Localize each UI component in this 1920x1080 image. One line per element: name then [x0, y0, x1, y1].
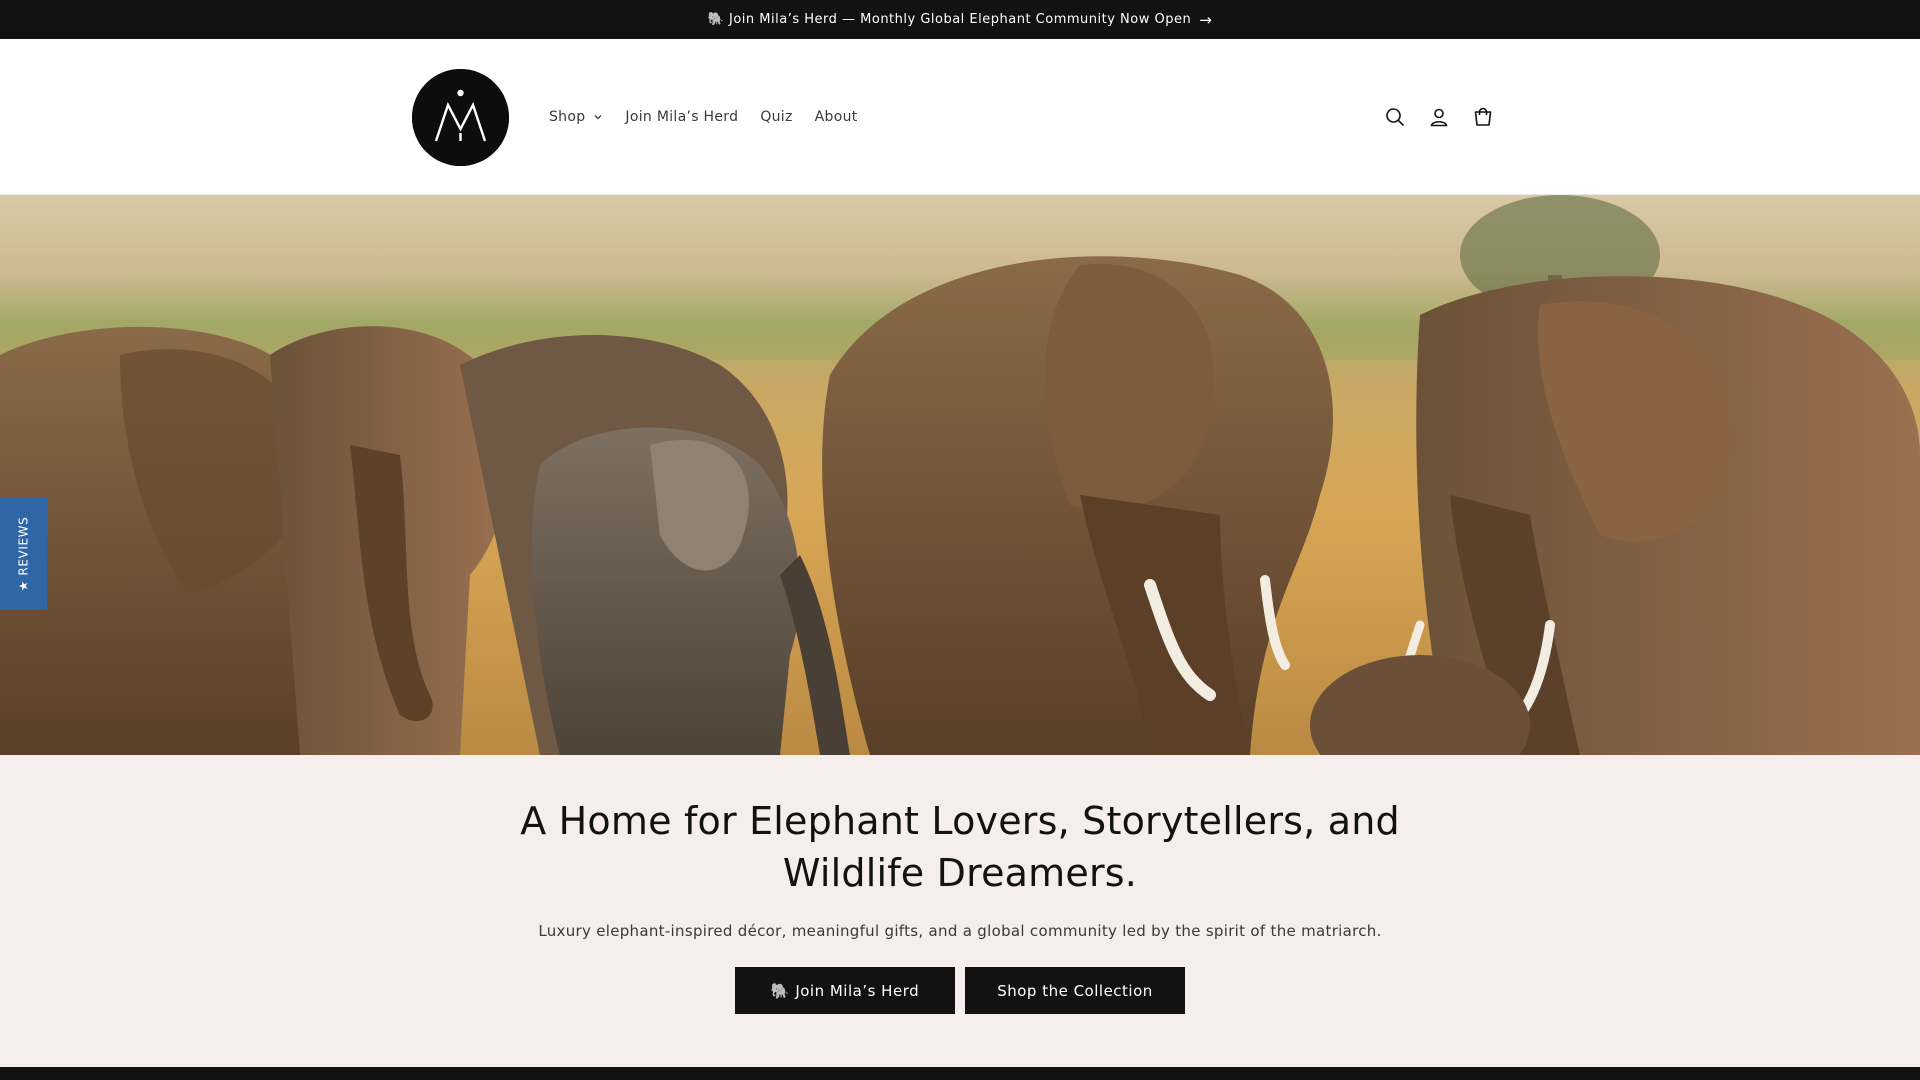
nav-quiz-label[interactable]: Quiz [760, 109, 792, 125]
nav-about[interactable]: About [815, 109, 858, 125]
nav-about-label[interactable]: About [815, 109, 858, 125]
elephant-herd-image [0, 195, 1920, 755]
shop-collection-button[interactable]: Shop the Collection [965, 967, 1185, 1014]
nav-join-milas-herd[interactable]: Join Mila’s Herd [625, 109, 738, 125]
page-headline: A Home for Elephant Lovers, Storytellers… [520, 799, 1400, 895]
hero-banner [0, 195, 1920, 755]
site-header: Shop Join Mila’s Herd Quiz About [0, 39, 1920, 195]
announcement-bar[interactable]: 🐘 Join Mila’s Herd — Monthly Global Elep… [0, 0, 1920, 39]
account-icon[interactable] [1427, 105, 1451, 129]
nav-shop-label[interactable]: Shop [549, 109, 585, 125]
join-milas-herd-button[interactable]: 🐘 Join Mila’s Herd [735, 967, 955, 1014]
announcement-text[interactable]: 🐘 Join Mila’s Herd — Monthly Global Elep… [708, 12, 1192, 27]
nav-quiz[interactable]: Quiz [760, 109, 792, 125]
main-nav: Shop Join Mila’s Herd Quiz About [549, 39, 880, 195]
cta-buttons: 🐘 Join Mila’s Herd Shop the Collection [0, 967, 1920, 1014]
search-icon[interactable] [1383, 105, 1407, 129]
page-subheading: Luxury elephant-inspired décor, meaningf… [538, 922, 1382, 940]
header-actions [1383, 39, 1495, 195]
brand-logo[interactable] [412, 69, 509, 166]
intro-section: A Home for Elephant Lovers, Storytellers… [0, 755, 1920, 1067]
nav-join-label[interactable]: Join Mila’s Herd [625, 109, 738, 125]
cart-icon[interactable] [1471, 105, 1495, 129]
footer-strip [0, 1067, 1920, 1080]
reviews-tab-label[interactable]: ★ REVIEWS [17, 516, 31, 591]
arrow-right-icon[interactable]: → [1199, 11, 1212, 29]
chevron-down-icon[interactable] [593, 112, 603, 122]
reviews-tab[interactable]: ★ REVIEWS [0, 497, 47, 610]
nav-shop[interactable]: Shop [549, 109, 603, 125]
mountain-logo-icon [412, 69, 509, 166]
